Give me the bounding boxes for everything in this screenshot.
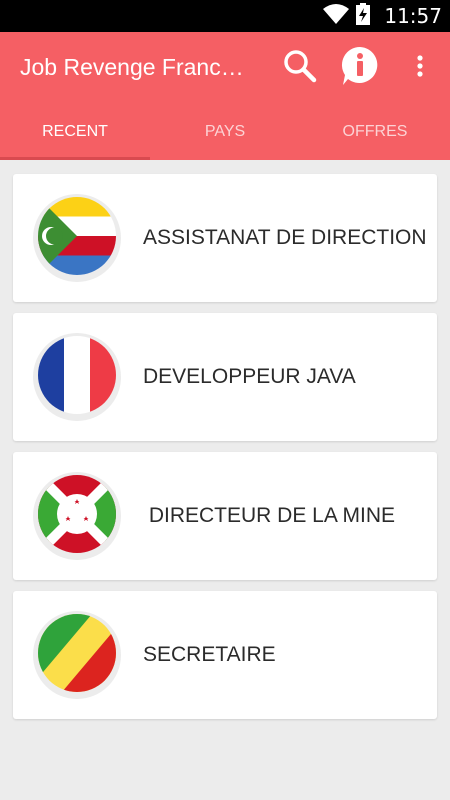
status-time: 11:57 bbox=[384, 4, 442, 28]
flag-badge bbox=[33, 333, 121, 421]
burundi-flag-icon bbox=[38, 474, 116, 558]
flag-badge bbox=[33, 611, 121, 699]
list-item[interactable]: DEVELOPPEUR JAVA bbox=[13, 313, 437, 441]
info-icon bbox=[339, 45, 381, 92]
flag-badge bbox=[33, 194, 121, 282]
status-bar: 11:57 bbox=[0, 0, 450, 32]
tab-pays[interactable]: PAYS bbox=[150, 104, 300, 160]
comoros-flag-icon bbox=[38, 196, 116, 280]
congo-flag-icon bbox=[38, 613, 116, 697]
info-button[interactable] bbox=[338, 46, 382, 90]
search-button[interactable] bbox=[278, 46, 322, 90]
job-list: ASSISTANAT DE DIRECTION DEVELOPPEUR JAVA bbox=[13, 174, 437, 730]
overflow-menu-icon bbox=[416, 54, 424, 83]
app-title: Job Revenge Franc… bbox=[20, 54, 244, 80]
list-item[interactable]: SECRETAIRE bbox=[13, 591, 437, 719]
status-icons bbox=[322, 2, 370, 30]
battery-charging-icon bbox=[356, 2, 370, 30]
job-title: DEVELOPPEUR JAVA bbox=[143, 365, 356, 388]
overflow-menu-button[interactable] bbox=[398, 46, 442, 90]
search-icon bbox=[283, 49, 317, 88]
flag-badge bbox=[33, 472, 121, 560]
wifi-icon bbox=[322, 3, 350, 30]
job-title: DIRECTEUR DE LA MINE bbox=[143, 504, 396, 527]
list-item[interactable]: DIRECTEUR DE LA MINE bbox=[13, 452, 437, 580]
list-item[interactable]: ASSISTANAT DE DIRECTION bbox=[13, 174, 437, 302]
tab-bar: RECENT PAYS OFFRES bbox=[0, 104, 450, 160]
job-title: SECRETAIRE bbox=[143, 643, 276, 666]
tab-recent[interactable]: RECENT bbox=[0, 104, 150, 160]
france-flag-icon bbox=[38, 335, 116, 419]
job-title: ASSISTANAT DE DIRECTION bbox=[143, 226, 427, 249]
tab-offres[interactable]: OFFRES bbox=[300, 104, 450, 160]
app-bar: Job Revenge Franc… RECENT PAYS OFFRES bbox=[0, 32, 450, 160]
